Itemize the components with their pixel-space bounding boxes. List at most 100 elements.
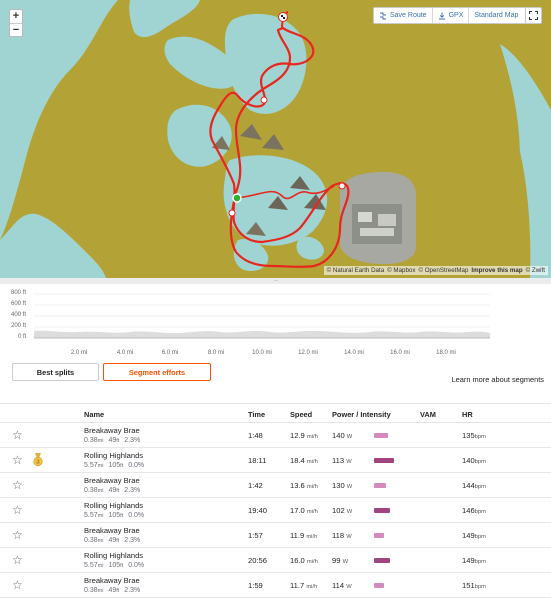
star-icon[interactable]: ☆ xyxy=(12,554,23,566)
save-route-label: Save Route xyxy=(390,12,427,19)
segment-name[interactable]: Rolling Highlands xyxy=(84,551,143,560)
elevation-profile[interactable]: 800 ft 600 ft 400 ft 200 ft 0 ft 2.0 mi … xyxy=(0,284,551,360)
elev-xtick: 10.0 mi xyxy=(252,350,272,356)
distance-unit: mi xyxy=(97,563,104,569)
intensity-bar xyxy=(374,458,394,463)
attribution-zwift[interactable]: © Zwift xyxy=(526,267,545,274)
segment-distance: 5.57 xyxy=(84,562,98,569)
segment-name[interactable]: Breakaway Brae xyxy=(84,476,140,485)
speed-value: 11.7 xyxy=(290,581,305,590)
effort-speed: 11.7 mi/h xyxy=(290,581,317,590)
save-route-button[interactable]: Save Route xyxy=(374,8,432,23)
effort-hr: 146bpm xyxy=(462,506,486,515)
segment-grade: 2.3% xyxy=(124,537,141,544)
elevation-unit: ft xyxy=(116,588,120,594)
zoom-out-button[interactable]: − xyxy=(10,23,22,36)
segment-distance: 5.57 xyxy=(84,512,98,519)
attribution-mapbox[interactable]: © Mapbox xyxy=(387,267,415,274)
effort-power: 118 W xyxy=(332,531,352,540)
effort-time: 1:57 xyxy=(248,531,263,540)
elevation-unit: ft xyxy=(116,538,120,544)
segment-efforts-table: Name Time Speed Power / Intensity VAM HR… xyxy=(0,403,551,598)
map-toolbar: Save Route GPX Standard Map xyxy=(373,7,537,24)
table-row[interactable]: ☆ Rolling Highlands 5.57mi 105ft 0.0% 19:4… xyxy=(0,498,551,523)
route-map[interactable]: + − Save Route GPX Standard Map © Natura… xyxy=(0,0,551,278)
effort-power: 102 W xyxy=(332,506,352,515)
segment-distance: 0.38 xyxy=(84,487,98,494)
elevation-unit: ft xyxy=(120,513,124,519)
fullscreen-button[interactable] xyxy=(525,7,542,24)
speed-value: 12.9 xyxy=(290,431,305,440)
intensity-bar xyxy=(374,483,386,488)
segment-stats: 5.57mi 105ft 0.0% xyxy=(84,512,144,519)
table-row[interactable]: ☆ Rolling Highlands 5.57mi 105ft 0.0% 20:5… xyxy=(0,548,551,573)
finish-flag-icon[interactable] xyxy=(278,12,288,22)
speed-value: 18.4 xyxy=(290,456,305,465)
learn-more-link[interactable]: Learn more about segments xyxy=(452,375,544,384)
effort-hr: 149bpm xyxy=(462,556,486,565)
table-row[interactable]: ☆ Breakaway Brae 0.38mi 49ft 2.3% 1:42 13.… xyxy=(0,473,551,498)
star-icon[interactable]: ☆ xyxy=(12,504,23,516)
speed-unit: mi/h xyxy=(306,584,318,590)
power-unit: W xyxy=(346,434,353,440)
elev-xtick: 16.0 mi xyxy=(390,350,410,356)
hr-unit: bpm xyxy=(474,459,486,465)
elevation-area xyxy=(34,293,490,339)
power-unit: W xyxy=(346,484,353,490)
start-marker-icon[interactable] xyxy=(232,193,242,203)
table-row[interactable]: ☆ Breakaway Brae 0.38mi 49ft 2.3% 1:48 12.… xyxy=(0,423,551,448)
distance-unit: mi xyxy=(97,538,104,544)
tab-segment-efforts[interactable]: Segment efforts xyxy=(103,363,211,381)
effort-speed: 11.9 mi/h xyxy=(290,531,317,540)
hr-value: 144 xyxy=(462,481,475,490)
effort-time: 18:11 xyxy=(248,456,267,465)
speed-unit: mi/h xyxy=(306,509,318,515)
star-icon[interactable]: ☆ xyxy=(12,479,23,491)
zoom-control: + − xyxy=(9,9,23,37)
star-icon[interactable]: ☆ xyxy=(12,429,23,441)
effort-time: 1:42 xyxy=(248,481,263,490)
map-terrain xyxy=(0,0,551,278)
star-icon[interactable]: ☆ xyxy=(12,579,23,591)
col-power: Power / Intensity xyxy=(332,410,391,419)
segment-grade: 2.3% xyxy=(124,437,141,444)
segment-distance: 0.38 xyxy=(84,537,98,544)
star-icon[interactable]: ☆ xyxy=(12,529,23,541)
col-speed: Speed xyxy=(290,410,313,419)
segment-name[interactable]: Breakaway Brae xyxy=(84,426,140,435)
segment-name[interactable]: Rolling Highlands xyxy=(84,451,143,460)
power-value: 130 xyxy=(332,481,345,490)
speed-unit: mi/h xyxy=(306,434,318,440)
attribution-osm[interactable]: © OpenStreetMap xyxy=(418,267,468,274)
hr-value: 140 xyxy=(462,456,475,465)
elev-xtick: 12.0 mi xyxy=(298,350,318,356)
table-row[interactable]: ☆ 3 Rolling Highlands 5.57mi 105ft 0.0% 18… xyxy=(0,448,551,473)
table-row[interactable]: ☆ Breakaway Brae 0.38mi 49ft 2.3% 1:59 11.… xyxy=(0,573,551,598)
hr-unit: bpm xyxy=(474,509,486,515)
segment-name[interactable]: Rolling Highlands xyxy=(84,501,143,510)
segment-name[interactable]: Breakaway Brae xyxy=(84,576,140,585)
table-row[interactable]: ☆ Breakaway Brae 0.38mi 49ft 2.3% 1:57 11.… xyxy=(0,523,551,548)
tab-best-splits[interactable]: Best splits xyxy=(12,363,99,381)
segment-elevation: 105 xyxy=(108,462,121,469)
power-value: 114 xyxy=(332,581,345,590)
star-icon[interactable]: ☆ xyxy=(12,454,23,466)
segment-distance: 0.38 xyxy=(84,437,98,444)
gpx-download-button[interactable]: GPX xyxy=(431,8,469,23)
elev-xtick: 8.0 mi xyxy=(207,350,225,356)
intensity-bar xyxy=(374,583,384,588)
segment-name[interactable]: Breakaway Brae xyxy=(84,526,140,535)
effort-time: 1:59 xyxy=(248,581,263,590)
effort-power: 114 W xyxy=(332,581,352,590)
zoom-in-button[interactable]: + xyxy=(10,10,22,23)
distance-unit: mi xyxy=(97,463,104,469)
attribution-natural-earth[interactable]: © Natural Earth Data xyxy=(327,267,385,274)
effort-time: 19:40 xyxy=(248,506,268,515)
attribution-improve[interactable]: Improve this map xyxy=(471,267,522,274)
distance-unit: mi xyxy=(97,588,104,594)
speed-value: 17.0 xyxy=(290,506,305,515)
speed-unit: mi/h xyxy=(306,534,318,540)
effort-power: 140 W xyxy=(332,431,352,440)
effort-speed: 12.9 mi/h xyxy=(290,431,318,440)
hr-unit: bpm xyxy=(474,559,486,565)
